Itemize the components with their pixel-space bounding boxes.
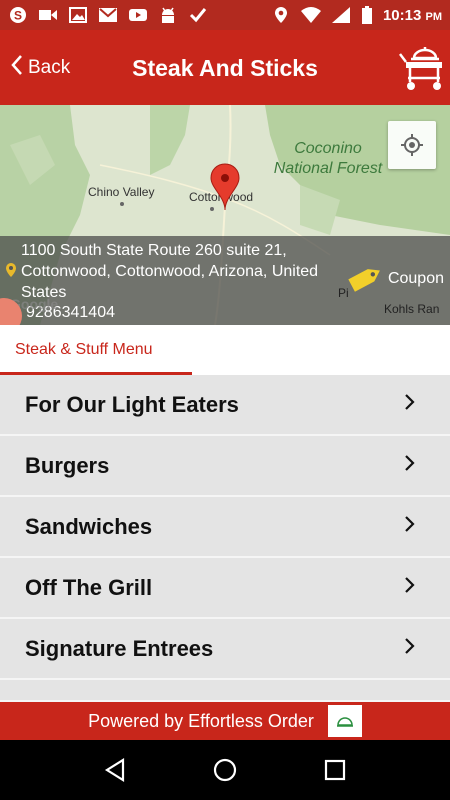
chevron-right-icon [404,516,416,537]
chevron-right-icon [404,638,416,659]
menu-item-label: Signature Entrees [25,635,214,661]
nav-recents-button[interactable] [315,750,355,790]
svg-text:S: S [14,9,22,23]
chevron-right-icon [404,455,416,476]
map-label-kohls: Kohls Ran [384,302,440,316]
menu-item-off-the-grill[interactable]: Off The Grill [0,558,450,619]
image-icon [68,6,88,24]
menu-item-label: Off The Grill [25,574,153,600]
menu-item-label: For Our Light Eaters [25,391,239,417]
menu-item-label: Sandwiches [25,513,153,539]
battery-icon [361,6,373,24]
app-header: Back Steak And Sticks [0,30,450,105]
location-info-overlay: Kohls Ran Pi 1100 South State Route 260 … [0,236,450,325]
menu-item-signature-entrees[interactable]: Signature Entrees [0,619,450,680]
menu-item-partial[interactable] [0,680,450,702]
video-icon [38,6,58,24]
menu-tabs: Steak & Stuff Menu [0,325,450,375]
notification-icons: S [8,6,208,24]
location-marker-icon [6,263,16,282]
chevron-right-icon [404,394,416,415]
powered-by-bar: Powered by Effortless Order [0,702,450,740]
location-icon [271,6,291,24]
effortless-order-logo [327,705,362,737]
my-location-button[interactable] [388,121,436,169]
tab-steak-stuff-menu[interactable]: Steak & Stuff Menu [0,325,192,375]
chevron-right-icon [404,577,416,598]
menu-item-label: Burgers [25,452,110,478]
powered-by-text: Powered by Effortless Order [88,710,314,731]
menu-item-sandwiches[interactable]: Sandwiches [0,497,450,558]
nav-back-button[interactable] [95,750,135,790]
nav-home-button[interactable] [205,750,245,790]
crosshair-icon [401,134,423,156]
android-icon [158,6,178,24]
wifi-icon [300,6,321,24]
signal-icon [331,6,351,24]
coupon-tag-icon [348,269,380,292]
map-label-forest: Coconino National Forest [273,140,383,177]
map-label-chino-valley: Chino Valley [88,185,155,199]
address-text: 1100 South State Route 260 suite 21, Cot… [21,242,319,301]
clock: 10:13 PM [382,6,442,24]
location-map[interactable]: Chino Valley Cottonwood Coconino Nationa… [0,105,450,325]
skype-icon: S [8,6,28,24]
map-pin-icon[interactable] [210,163,240,211]
page-title: Steak And Sticks [132,55,318,81]
system-nav-bar [0,740,450,800]
youtube-icon [128,6,148,24]
menu-item-burgers[interactable]: Burgers [0,436,450,497]
status-bar: S 10:13 PM [0,0,450,30]
menu-category-list: For Our Light Eaters Burgers Sandwiches … [0,375,450,702]
triangle-back-icon [104,758,125,782]
coupon-label: Coupon [387,270,444,287]
square-recents-icon [324,759,346,781]
cart-button[interactable] [398,42,446,92]
coupon-button[interactable]: Coupon [344,264,444,294]
system-status: 10:13 PM [271,6,442,24]
menu-item-light-eaters[interactable]: For Our Light Eaters [0,375,450,436]
circle-home-icon [213,758,237,782]
cart-icon [399,47,442,90]
gmail-icon [98,6,118,24]
check-icon [188,6,208,24]
